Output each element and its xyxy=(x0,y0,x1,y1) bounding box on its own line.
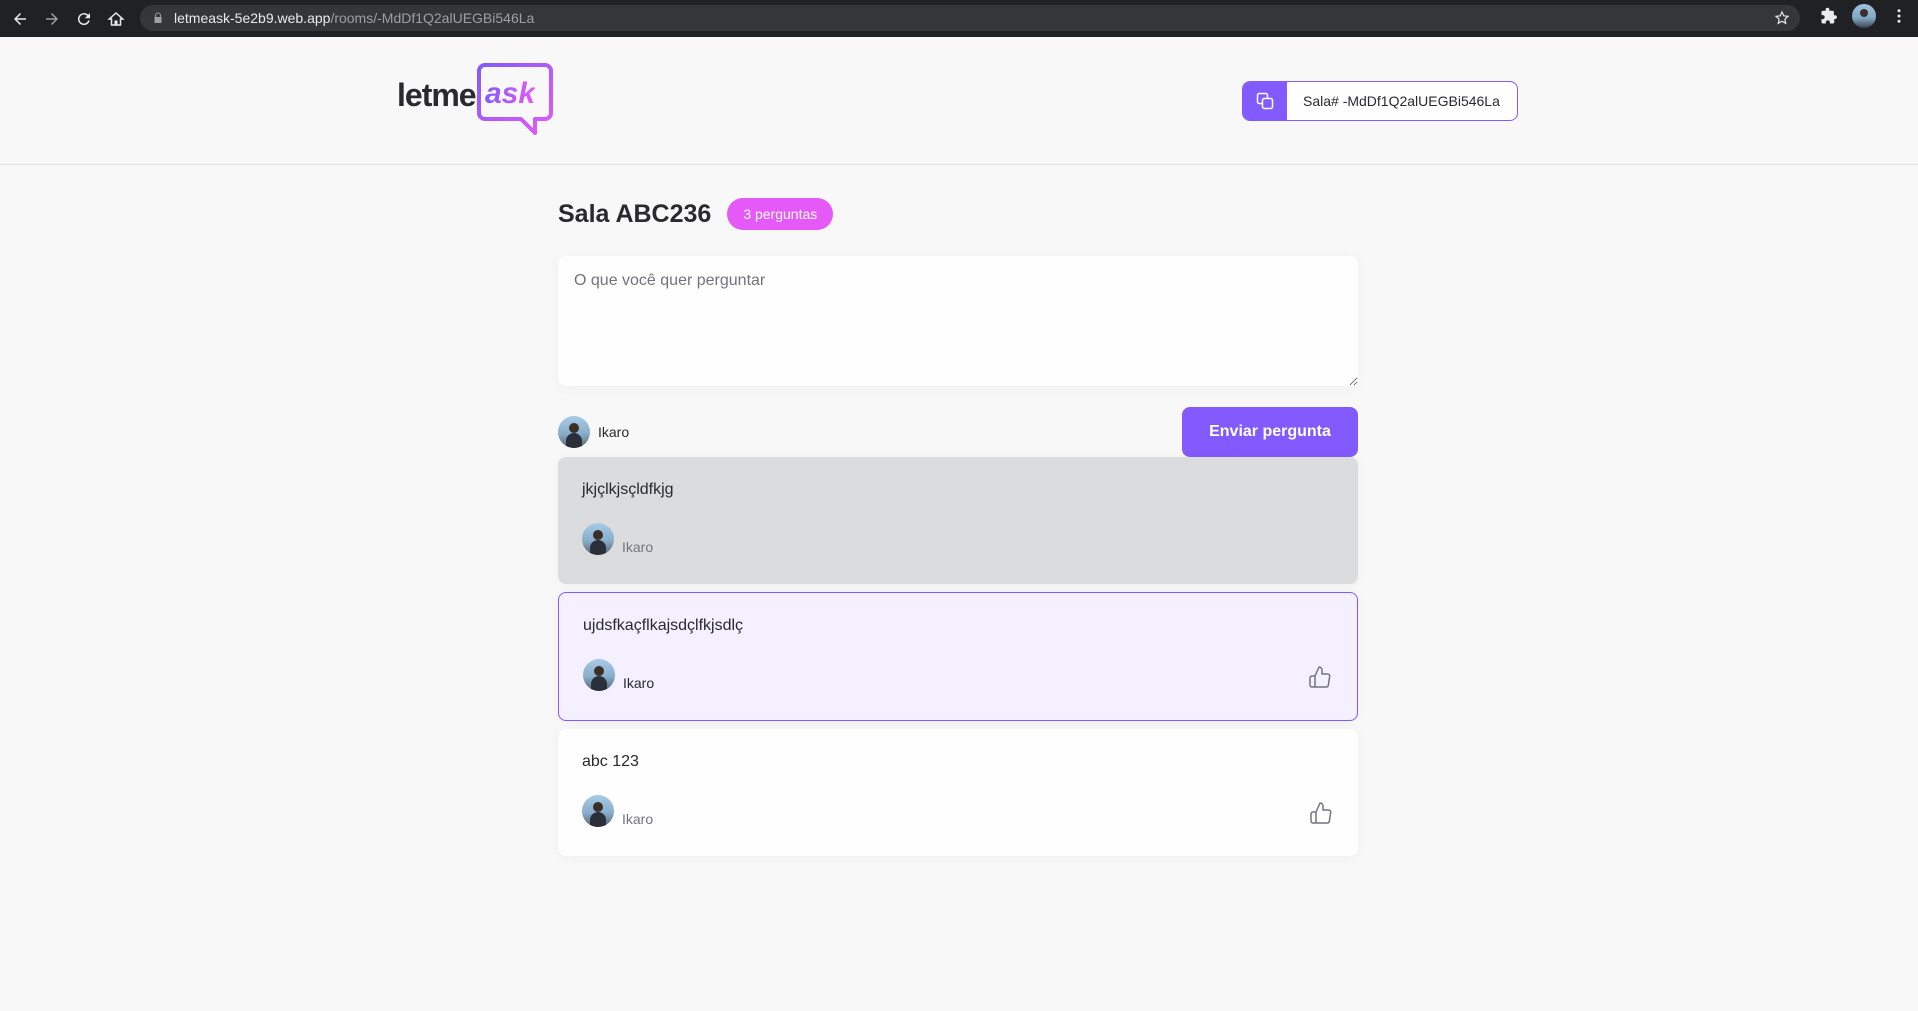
send-question-button[interactable]: Enviar pergunta xyxy=(1182,407,1358,457)
thumbs-up-icon xyxy=(1310,802,1332,824)
profile-avatar[interactable] xyxy=(1852,4,1876,28)
room-title-row: Sala ABC236 3 perguntas xyxy=(558,198,1358,230)
question-content: jkjçlkjsçldfkjg xyxy=(582,481,674,498)
user-avatar xyxy=(558,416,590,448)
question-content: abc 123 xyxy=(582,753,639,770)
back-icon[interactable] xyxy=(4,3,36,35)
address-bar[interactable]: letmeask-5e2b9.web.app/rooms/-MdDf1Q2alU… xyxy=(140,5,1800,31)
author-name: Ikaro xyxy=(623,675,655,691)
question-footer: Ikaro xyxy=(582,795,1334,827)
current-user: Ikaro xyxy=(558,416,629,448)
questions-count-badge: 3 perguntas xyxy=(727,198,834,230)
more-menu-icon[interactable] xyxy=(1890,7,1908,25)
question-author: Ikaro xyxy=(582,523,653,555)
like-button[interactable] xyxy=(1308,800,1334,826)
room-content: Sala ABC236 3 perguntas Ikaro Enviar per… xyxy=(558,198,1358,864)
like-button[interactable] xyxy=(1307,664,1333,690)
ask-question-form: Ikaro Enviar pergunta xyxy=(558,256,1358,457)
extensions-icon[interactable] xyxy=(1820,7,1838,25)
room-title: Sala ABC236 xyxy=(558,199,712,228)
question-footer: Ikaro xyxy=(583,659,1333,691)
reload-icon[interactable] xyxy=(68,3,100,35)
question-author: Ikaro xyxy=(583,659,654,691)
author-avatar xyxy=(582,523,614,555)
letmeask-logo: letme ask xyxy=(397,61,557,141)
author-name: Ikaro xyxy=(622,539,654,555)
browser-toolbar: letmeask-5e2b9.web.app/rooms/-MdDf1Q2alU… xyxy=(0,0,1918,37)
copy-icon xyxy=(1243,82,1287,120)
question-card: jkjçlkjsçldfkjg Ikaro xyxy=(558,457,1358,584)
lock-icon xyxy=(154,12,162,23)
url-host: letmeask-5e2b9.web.app xyxy=(174,10,331,26)
url-text: letmeask-5e2b9.web.app/rooms/-MdDf1Q2alU… xyxy=(174,10,534,26)
app-header: letme ask Sala# -MdDf1Q2alUEGBi546La xyxy=(0,37,1918,165)
room-code-button[interactable]: Sala# -MdDf1Q2alUEGBi546La xyxy=(1242,81,1518,121)
question-content: ujdsfkaçflkajsdçlfkjsdlç xyxy=(583,617,744,634)
user-name: Ikaro xyxy=(598,424,630,440)
question-footer: Ikaro xyxy=(582,523,1334,555)
author-avatar xyxy=(583,659,615,691)
bookmark-star-icon[interactable] xyxy=(1774,10,1790,26)
form-footer: Ikaro Enviar pergunta xyxy=(558,407,1358,457)
home-icon[interactable] xyxy=(100,3,132,35)
question-card: ujdsfkaçflkajsdçlfkjsdlç Ikaro xyxy=(558,592,1358,721)
url-path: /rooms/-MdDf1Q2alUEGBi546La xyxy=(330,10,535,26)
room-code-label: Sala# -MdDf1Q2alUEGBi546La xyxy=(1303,93,1500,109)
question-list: jkjçlkjsçldfkjg Ikaro ujdsfkaçflkajsdçlf… xyxy=(558,457,1358,856)
question-author: Ikaro xyxy=(582,795,653,827)
forward-icon[interactable] xyxy=(36,3,68,35)
logo-text-ask: ask xyxy=(485,77,536,110)
author-avatar xyxy=(582,795,614,827)
thumbs-up-icon xyxy=(1309,666,1331,688)
logo-text-letme: letme xyxy=(397,77,477,113)
question-input[interactable] xyxy=(558,256,1358,386)
question-card: abc 123 Ikaro xyxy=(558,729,1358,856)
author-name: Ikaro xyxy=(622,811,654,827)
